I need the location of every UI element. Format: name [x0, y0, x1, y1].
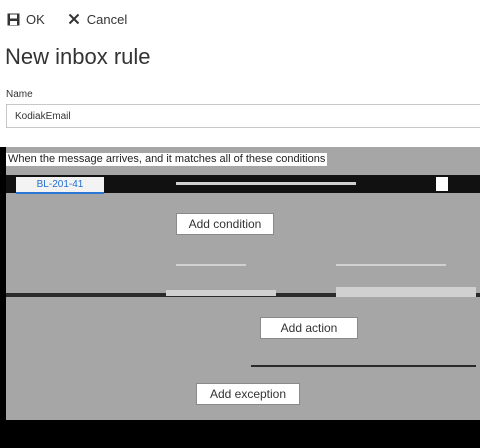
- save-icon: [6, 12, 20, 26]
- ok-label: OK: [26, 11, 45, 27]
- render-artifact: [336, 287, 476, 297]
- rules-area: When the message arrives, and it matches…: [6, 147, 480, 420]
- bottom-bar: [0, 420, 480, 448]
- add-action-button[interactable]: Add action: [260, 317, 358, 339]
- page-title: New inbox rule: [5, 44, 151, 69]
- name-label: Name: [6, 89, 33, 100]
- ok-button[interactable]: OK: [6, 12, 45, 27]
- cancel-label: Cancel: [86, 11, 128, 27]
- conditions-heading: When the message arrives, and it matches…: [6, 153, 328, 166]
- render-artifact: [336, 264, 446, 266]
- cancel-button[interactable]: Cancel: [67, 12, 127, 27]
- add-condition-button[interactable]: Add condition: [176, 213, 274, 235]
- render-artifact: [166, 290, 276, 296]
- toolbar: OK Cancel: [6, 9, 127, 29]
- render-artifact: [251, 365, 476, 367]
- add-exception-button[interactable]: Add exception: [196, 383, 300, 405]
- render-artifact: [176, 264, 246, 266]
- close-icon: [67, 12, 81, 26]
- name-input[interactable]: [6, 104, 480, 128]
- condition-item[interactable]: BL-201-41: [16, 177, 104, 194]
- render-artifact: [436, 177, 448, 191]
- render-artifact: [176, 182, 356, 185]
- rule-editor-dialog: OK Cancel New inbox rule Name: [0, 0, 480, 147]
- condition-row: BL-201-41: [6, 175, 480, 194]
